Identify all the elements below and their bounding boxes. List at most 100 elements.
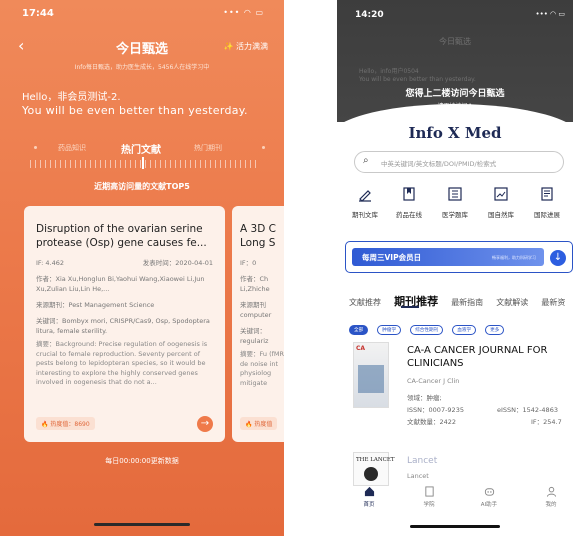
download-arrow-icon[interactable]: ↓ [550,250,566,266]
tagline: You will be even better than yesterday. [22,104,248,117]
tab-dot [262,146,265,149]
card-authors: 作者：Xia Xu,Honglun Bi,Yaohui Wang,Xiaowei… [36,275,205,293]
card-title: Disruption of the ovarian serine proteas… [36,223,207,249]
nav-bar: ‹ 今日甄选 ✨ 活力满满 [0,38,284,58]
pill-general[interactable]: 综合性期刊 [410,325,444,335]
status-bar: 17:44 ••• ◠ ▭ [0,6,284,22]
tab-literature-rec[interactable]: 文献推荐 [349,297,381,308]
nav-ai-assistant[interactable]: AI助手 [469,486,509,508]
nav-profile[interactable]: 我的 [531,486,571,508]
hotness-badge: 🔥 热度值：8690 [36,417,95,430]
category-grid: 期刊文库 药品在线 医学题库 国自然库 国际进展 [343,186,573,228]
card-summary: 摘要：Background: Precise regulation of oog… [36,340,208,386]
status-bar: 14:20 ••• ◠ ▭ [337,8,573,22]
card-summary: 摘要：Fu (fMRI) de noise int physiolog miti… [240,350,284,387]
journal-abbr: Lancet [407,472,429,480]
flame-icon: 🔥 [41,421,49,428]
status-time: 17:44 [22,8,54,19]
pill-oncology[interactable]: 肿瘤学 [377,325,402,335]
category-question-bank[interactable]: 医学题库 [433,186,477,219]
document-icon [541,187,553,201]
content-tabs: 文献推荐 期刊推荐 最新指南 文献解读 最新资 [349,290,573,308]
category-nsf-library[interactable]: 国自然库 [479,186,523,219]
nav-label: 学院 [423,502,435,508]
top5-heading: 近期高访问量的文献TOP5 [94,182,190,191]
brand-logo: Info X Med [408,124,502,142]
nav-home[interactable]: 首页 [349,486,389,508]
literature-card-next[interactable]: A 3D C Long S IF：0 作者：Ch Li,Zhiche 来源期刊 … [232,206,284,442]
category-drug-online[interactable]: 药品在线 [387,186,431,219]
nav-label: 首页 [363,502,375,508]
status-time: 14:20 [355,10,384,20]
journal-if: IF：254.7 [531,418,562,426]
journal-name: Lancet [407,456,438,466]
category-international[interactable]: 国际进展 [525,186,569,219]
vip-subtitle: 畅享福利，助力科研学习 [492,255,536,260]
category-label: 医学题库 [442,211,468,219]
journal-count: 文献数量：2422 [407,418,457,426]
card-title: A 3D C Long S [240,223,276,249]
home-indicator[interactable] [94,523,190,526]
status-icons: ••• ◠ ▭ [223,8,264,17]
pill-hematology[interactable]: 血液学 [452,325,477,335]
journal-abbr: CA-Cancer J Clin [407,377,460,385]
hotness-badge: 🔥 热度值 [240,417,278,430]
journal-item[interactable]: CA CA-A CANCER JOURNAL FOR CLINICIANS CA… [353,342,573,438]
vip-banner[interactable]: 每周三VIP会员日 畅享福利，助力科研学习 ↓ [345,241,573,273]
user-icon [546,486,556,497]
search-input[interactable]: ⌕ 中英关键词/英文标题/DOI/PMID/检索式 [354,151,564,173]
daily-info-text: Info每日甄选，助力医生成长，5456人在线学习中 [74,64,210,71]
category-label: 药品在线 [396,211,422,219]
hotness-value: 热度值 [254,421,273,428]
bookmark-icon [403,187,415,201]
pill-all[interactable]: 全部 [349,325,369,335]
nav-academy[interactable]: 学院 [409,486,449,508]
cover-title: THE LANCET [356,457,395,463]
book-icon [424,486,434,497]
category-label: 国际进展 [534,211,560,219]
pull-message: 您得上二楼访问今日甄选 [405,89,505,99]
literature-card[interactable]: Disruption of the ovarian serine proteas… [24,206,225,442]
flame-icon: 🔥 [245,421,253,428]
greeting: Hello，非会员测试-2. [22,92,121,103]
left-phone-screen: 17:44 ••• ◠ ▭ ‹ 今日甄选 ✨ 活力满满 Info每日甄选，助力医… [0,0,284,536]
robot-icon [484,488,494,496]
cover-title: CA [356,345,366,352]
publish-date: 发表时间：2020-04-01 [142,259,213,267]
journal-field: 领域：肿瘤; [407,394,442,402]
sparkle-icon: ✨ [223,42,234,51]
tab-drug-knowledge[interactable]: 药品知识 [58,143,86,153]
tab-latest-news[interactable]: 最新资 [541,297,565,308]
home-icon [364,486,374,497]
pill-more[interactable]: 更多 [485,325,505,335]
ghost-hello: Hello，info用户0504 [359,68,419,75]
card-keywords: 关键词： regulariz [240,327,269,345]
card-source: 来源期刊 computer [240,301,272,319]
update-note: 每日00:00:00更新数据 [105,457,179,465]
journal-item[interactable]: THE LANCET Lancet Lancet [353,452,573,486]
pen-icon [359,190,371,202]
tab-hot-journals[interactable]: 热门期刊 [194,143,222,153]
category-journal-library[interactable]: 期刊文库 [343,186,387,219]
chart-icon [494,187,508,201]
open-arrow-icon[interactable]: → [197,416,213,432]
tab-hot-literature[interactable]: 热门文献 [121,141,161,156]
cover-art [364,467,378,481]
home-indicator[interactable] [410,525,500,528]
right-phone-screen: 14:20 ••• ◠ ▭ 今日甄选 Hello，info用户0504 You … [337,0,573,536]
vip-banner-strip: 每周三VIP会员日 畅享福利，助力科研学习 [352,248,544,266]
search-icon: ⌕ [363,155,369,166]
impact-factor: IF: 4.462 [36,259,65,267]
energy-button[interactable]: ✨ 活力满满 [223,41,268,52]
nav-label: AI助手 [480,502,498,508]
journal-cover: THE LANCET [353,452,395,486]
journal-name: CA-A CANCER JOURNAL FOR CLINICIANS [407,345,548,369]
category-label: 国自然库 [488,211,514,219]
tab-literature-review[interactable]: 文献解读 [496,297,528,308]
cover-art [358,365,384,393]
card-keywords: 关键词：Bombyx mori, CRISPR/Cas9, Osp, Spodo… [36,317,210,335]
bottom-nav: 首页 学院 AI助手 我的 [337,486,573,516]
filter-pills: 全部 肿瘤学 综合性期刊 血液学 更多 [349,316,573,335]
card-source: 来源期刊：Pest Management Science [36,301,155,309]
tab-latest-guides[interactable]: 最新指南 [451,297,483,308]
